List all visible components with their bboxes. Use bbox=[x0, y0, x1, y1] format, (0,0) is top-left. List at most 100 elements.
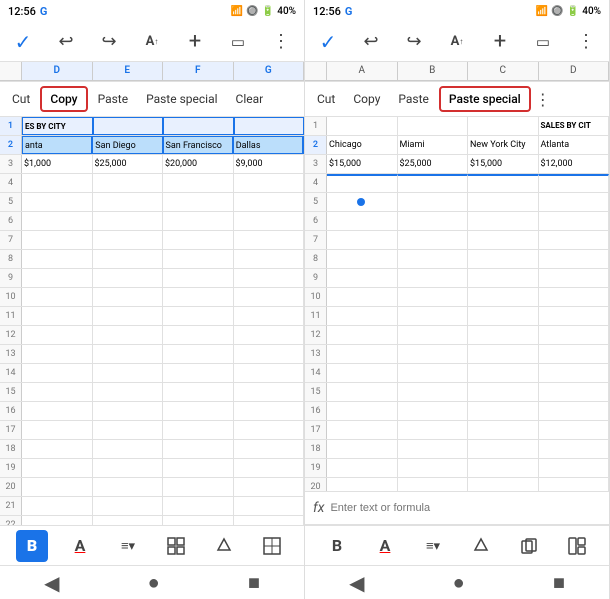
table-row: 19 bbox=[0, 459, 304, 478]
add-button-right[interactable]: + bbox=[485, 27, 515, 57]
borders-button-left[interactable] bbox=[256, 530, 288, 562]
redo-button-left[interactable]: ↪ bbox=[94, 27, 124, 57]
cell-G2[interactable]: Dallas bbox=[233, 136, 304, 154]
table-row: 21 bbox=[0, 497, 304, 516]
cell-A3-right[interactable]: $15,000 bbox=[327, 155, 398, 173]
copy-button-left[interactable]: Copy bbox=[40, 86, 87, 112]
cell-D2[interactable]: anta bbox=[22, 136, 92, 154]
context-menu-right: Cut Copy Paste Paste special ⋮ bbox=[305, 81, 609, 117]
table-row: 4 bbox=[0, 174, 304, 193]
cell-A2-right[interactable]: Chicago bbox=[327, 136, 398, 154]
undo-button-left[interactable]: ↩ bbox=[51, 27, 81, 57]
cell-D2-right[interactable]: Atlanta bbox=[539, 136, 610, 154]
align-button-left[interactable]: ≡▾ bbox=[112, 530, 144, 562]
spreadsheet-right: A B C D Cut Copy Paste Paste special ⋮ 1… bbox=[305, 62, 609, 491]
table-row: 3 $1,000 $25,000 $20,000 $9,000 bbox=[0, 155, 304, 174]
table-row: 12 bbox=[0, 326, 304, 345]
cell-G1[interactable] bbox=[234, 117, 305, 135]
redo-button-right[interactable]: ↪ bbox=[399, 27, 429, 57]
cell-D3-right[interactable]: $12,000 bbox=[539, 155, 610, 173]
fill-button-right[interactable] bbox=[465, 530, 497, 562]
nav-bar-left: ◀ ● ■ bbox=[0, 565, 304, 599]
table-row: 16 bbox=[0, 402, 304, 421]
more-button-right[interactable]: ⋮ bbox=[571, 27, 601, 57]
font-color-button-right[interactable]: A bbox=[369, 530, 401, 562]
recent-button-left[interactable]: ■ bbox=[248, 570, 260, 595]
col-header-A[interactable]: A bbox=[327, 62, 398, 80]
cell-D1-right[interactable]: SALES BY CIT bbox=[539, 117, 610, 135]
fill-color-button-left[interactable] bbox=[208, 530, 240, 562]
table-row: 4 bbox=[305, 174, 609, 193]
text-format-button-right[interactable]: A↑ bbox=[442, 27, 472, 57]
formula-bar-right: fx bbox=[305, 491, 609, 525]
cell-D3[interactable]: $1,000 bbox=[22, 155, 93, 173]
check-button-right[interactable]: ✓ bbox=[313, 27, 343, 57]
check-button-left[interactable]: ✓ bbox=[8, 27, 38, 57]
cell-A1-right[interactable] bbox=[327, 117, 398, 135]
col-header-D-right[interactable]: D bbox=[539, 62, 610, 80]
merge-button-left[interactable] bbox=[160, 530, 192, 562]
cell-C2-right[interactable]: New York City bbox=[468, 136, 539, 154]
cell-B2-right[interactable]: Miami bbox=[398, 136, 469, 154]
more-format-button-right[interactable] bbox=[561, 530, 593, 562]
bold-button-right[interactable]: B bbox=[321, 530, 353, 562]
battery-icon-right: 🔋 bbox=[567, 6, 579, 17]
cell-F3[interactable]: $20,000 bbox=[163, 155, 234, 173]
paste-special-button-left[interactable]: Paste special bbox=[138, 88, 225, 110]
cell-B1-right[interactable] bbox=[398, 117, 469, 135]
more-menu-button-right[interactable]: ⋮ bbox=[535, 90, 551, 109]
row-num-header-left bbox=[0, 62, 22, 80]
recent-button-right[interactable]: ■ bbox=[553, 570, 565, 595]
cell-F1[interactable] bbox=[163, 117, 234, 135]
cell-E1[interactable] bbox=[93, 117, 164, 135]
col-header-F[interactable]: F bbox=[163, 62, 234, 80]
back-button-right[interactable]: ◀ bbox=[349, 571, 364, 595]
back-button-left[interactable]: ◀ bbox=[44, 571, 59, 595]
copy-button-right[interactable]: Copy bbox=[345, 88, 388, 110]
battery-pct-left: 40% bbox=[277, 6, 296, 17]
right-screen: 12:56 G 📶 🔘 🔋 40% ✓ ↩ ↪ A↑ + ▭ ⋮ A B C D bbox=[305, 0, 610, 599]
cell-E3[interactable]: $25,000 bbox=[93, 155, 164, 173]
row-num-3-right: 3 bbox=[305, 155, 327, 173]
col-header-D[interactable]: D bbox=[22, 62, 93, 80]
more-button-left[interactable]: ⋮ bbox=[266, 27, 296, 57]
table-row: 17 bbox=[305, 421, 609, 440]
comment-button-left[interactable]: ▭ bbox=[223, 27, 253, 57]
comment-button-right[interactable]: ▭ bbox=[528, 27, 558, 57]
col-header-C[interactable]: C bbox=[468, 62, 539, 80]
battery-icon-left: 🔋 bbox=[262, 6, 274, 17]
clear-button-left[interactable]: Clear bbox=[228, 88, 272, 110]
align-button-right[interactable]: ≡▾ bbox=[417, 530, 449, 562]
table-row: 13 bbox=[305, 345, 609, 364]
copy-format-button-right[interactable] bbox=[513, 530, 545, 562]
home-button-left[interactable]: ● bbox=[148, 570, 160, 595]
add-button-left[interactable]: + bbox=[180, 27, 210, 57]
text-format-button-left[interactable]: A↑ bbox=[137, 27, 167, 57]
col-header-E[interactable]: E bbox=[93, 62, 164, 80]
table-row: 8 bbox=[305, 250, 609, 269]
font-color-button-left[interactable]: A bbox=[64, 530, 96, 562]
table-row: 10 bbox=[0, 288, 304, 307]
paste-button-left[interactable]: Paste bbox=[90, 88, 137, 110]
undo-button-right[interactable]: ↩ bbox=[356, 27, 386, 57]
bold-button-left[interactable]: B bbox=[16, 530, 48, 562]
cell-B3-right[interactable]: $25,000 bbox=[398, 155, 469, 173]
col-header-B[interactable]: B bbox=[398, 62, 469, 80]
paste-special-button-right[interactable]: Paste special bbox=[439, 86, 531, 112]
cell-F2[interactable]: San Francisco bbox=[163, 136, 233, 154]
table-row: 18 bbox=[0, 440, 304, 459]
cell-D1[interactable]: ES BY CITY bbox=[22, 117, 93, 135]
formula-input[interactable] bbox=[330, 502, 601, 514]
cut-button-right[interactable]: Cut bbox=[309, 88, 343, 110]
paste-button-right[interactable]: Paste bbox=[390, 88, 437, 110]
table-row: 16 bbox=[305, 402, 609, 421]
cell-C1-right[interactable] bbox=[468, 117, 539, 135]
cut-button-left[interactable]: Cut bbox=[4, 88, 38, 110]
table-row: 3 $15,000 $25,000 $15,000 $12,000 bbox=[305, 155, 609, 174]
cell-E2[interactable]: San Diego bbox=[92, 136, 162, 154]
table-row: 8 bbox=[0, 250, 304, 269]
home-button-right[interactable]: ● bbox=[453, 570, 465, 595]
cell-G3[interactable]: $9,000 bbox=[234, 155, 305, 173]
cell-C3-right[interactable]: $15,000 bbox=[468, 155, 539, 173]
col-header-G[interactable]: G bbox=[234, 62, 305, 80]
